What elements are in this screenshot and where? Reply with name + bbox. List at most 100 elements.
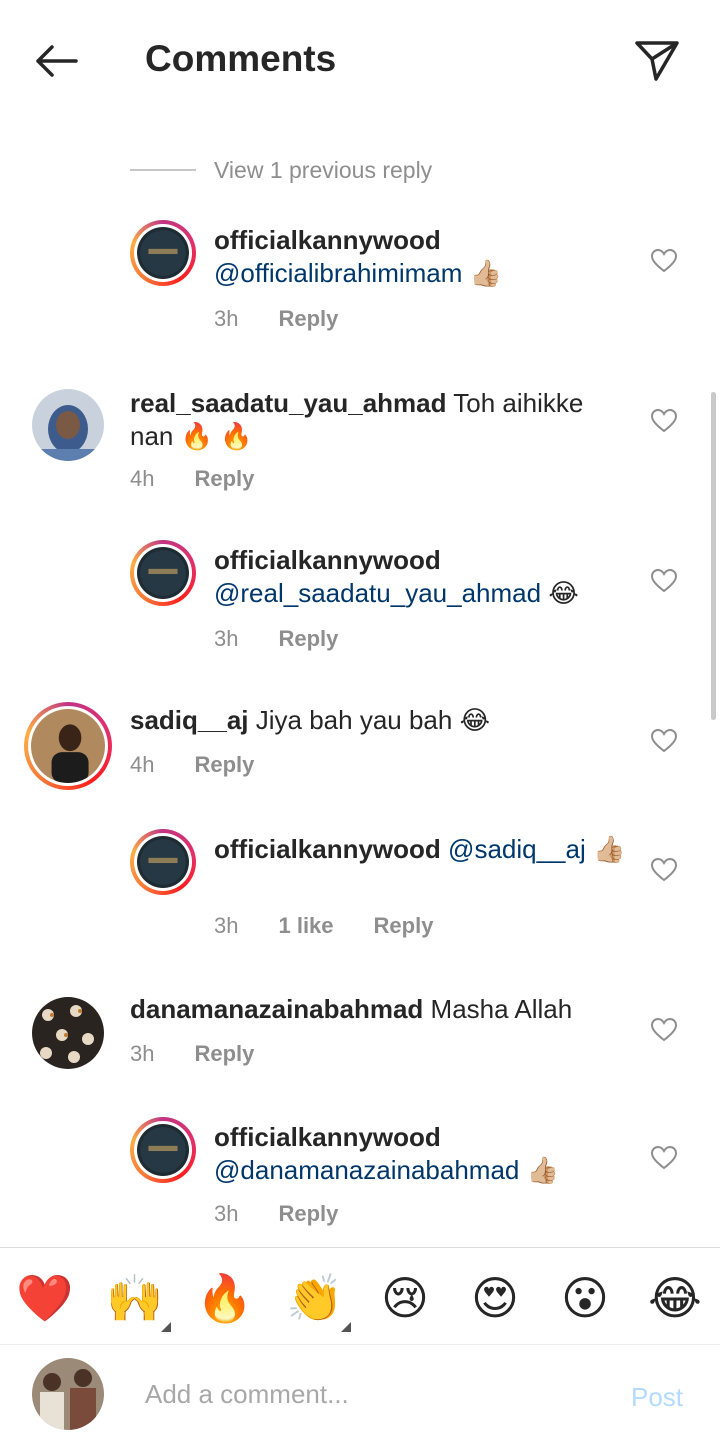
- comment-input[interactable]: [145, 1376, 575, 1412]
- like-button[interactable]: [650, 568, 678, 594]
- username[interactable]: officialkannywood: [214, 225, 441, 255]
- avatar-story-ring[interactable]: [130, 829, 196, 895]
- avatar: [31, 709, 105, 783]
- back-button[interactable]: [28, 36, 84, 86]
- view-previous-replies[interactable]: View 1 previous reply: [130, 155, 432, 185]
- comment-text: sadiq__aj Jiya bah yau bah 😂: [130, 704, 610, 737]
- username[interactable]: officialkannywood: [214, 1122, 441, 1152]
- reply-button[interactable]: Reply: [194, 752, 254, 778]
- avatar: [137, 547, 189, 599]
- avatar: [137, 227, 189, 279]
- reply-button[interactable]: Reply: [194, 1041, 254, 1067]
- avatar-story-ring[interactable]: [130, 540, 196, 606]
- emoji: 🔥 🔥: [180, 421, 253, 451]
- reply-button[interactable]: Reply: [278, 306, 338, 332]
- username[interactable]: officialkannywood: [214, 834, 441, 864]
- reply-button[interactable]: Reply: [278, 1201, 338, 1227]
- like-button[interactable]: [650, 1145, 678, 1171]
- emoji-heart-eyes-button[interactable]: 😍: [465, 1268, 525, 1328]
- view-previous-label: View 1 previous reply: [214, 156, 433, 183]
- avatar-story-ring[interactable]: [24, 702, 112, 790]
- comment-meta: 3h Reply: [214, 306, 338, 332]
- emoji-surprised-button[interactable]: 😮: [555, 1268, 615, 1328]
- heart-icon: [651, 409, 677, 433]
- comment-meta: 3h Reply: [214, 1201, 338, 1227]
- like-button[interactable]: [650, 1017, 678, 1043]
- emoji-clapping-button[interactable]: 👏: [285, 1268, 345, 1328]
- quick-emoji-bar: ❤️ 🙌 🔥 👏 😢 😍 😮 😂: [0, 1247, 720, 1345]
- emoji: 😂: [459, 705, 490, 735]
- comment: sadiq__aj Jiya bah yau bah 😂 4h Reply: [0, 702, 720, 792]
- scrollbar[interactable]: [711, 392, 716, 720]
- comment-composer: Post: [0, 1346, 720, 1437]
- comment-body: Masha Allah: [430, 994, 573, 1024]
- timestamp: 3h: [214, 1201, 239, 1226]
- mention-link[interactable]: @danamanazainabahmad: [214, 1155, 519, 1185]
- skin-tone-indicator: [341, 1322, 351, 1332]
- timestamp: 3h: [214, 306, 239, 331]
- emoji: 👍🏼: [469, 258, 503, 288]
- username[interactable]: danamanazainabahmad: [130, 994, 423, 1024]
- heart-icon: [651, 729, 677, 753]
- avatar-story-ring[interactable]: [130, 1117, 196, 1183]
- reply-button[interactable]: Reply: [278, 626, 338, 652]
- username[interactable]: officialkannywood: [214, 545, 441, 575]
- reply-comment: officialkannywood @officialibrahimimam 👍…: [0, 220, 720, 350]
- avatar: [137, 836, 189, 888]
- emoji: 😂: [548, 578, 579, 608]
- reply-comment: officialkannywood @real_saadatu_yau_ahma…: [0, 540, 720, 670]
- emoji-raising-hands-button[interactable]: 🙌: [105, 1268, 165, 1328]
- like-button[interactable]: [650, 728, 678, 754]
- like-count[interactable]: 1 like: [278, 913, 333, 939]
- avatar-story-ring[interactable]: [130, 220, 196, 286]
- heart-icon: [651, 858, 677, 882]
- page-title: Comments: [145, 38, 337, 79]
- comment-meta: 3h Reply: [214, 626, 338, 652]
- comment: real_saadatu_yau_ahmad Toh aihikke nan 🔥…: [0, 387, 720, 497]
- emoji: 👍🏼: [526, 1155, 559, 1185]
- username[interactable]: sadiq__aj: [130, 705, 249, 735]
- comment-text: officialkannywood @officialibrahimimam 👍…: [214, 224, 634, 290]
- heart-icon: [651, 1146, 677, 1170]
- comment-body: Jiya bah yau bah: [255, 705, 453, 735]
- timestamp: 4h: [130, 752, 155, 777]
- mention-link[interactable]: @officialibrahimimam: [214, 258, 462, 288]
- avatar[interactable]: [32, 389, 104, 461]
- current-user-avatar: [32, 1358, 104, 1430]
- comment-meta: 3h Reply: [130, 1041, 254, 1067]
- like-button[interactable]: [650, 408, 678, 434]
- comment-text: officialkannywood @sadiq__aj 👍🏼: [214, 833, 634, 866]
- avatar[interactable]: [32, 997, 104, 1069]
- skin-tone-indicator: [161, 1322, 171, 1332]
- mention-link[interactable]: @real_saadatu_yau_ahmad: [214, 578, 541, 608]
- avatar: [137, 1124, 189, 1176]
- comment-text: real_saadatu_yau_ahmad Toh aihikke nan 🔥…: [130, 387, 610, 453]
- like-button[interactable]: [650, 857, 678, 883]
- comment-text: officialkannywood @danamanazainabahmad 👍…: [214, 1121, 634, 1187]
- comment-meta: 4h Reply: [130, 466, 254, 492]
- reply-comment: officialkannywood @sadiq__aj 👍🏼 3h 1 lik…: [0, 829, 720, 959]
- heart-icon: [651, 249, 677, 273]
- reply-comment: officialkannywood @danamanazainabahmad 👍…: [0, 1117, 720, 1242]
- comment-text: officialkannywood @real_saadatu_yau_ahma…: [214, 544, 634, 610]
- reply-button[interactable]: Reply: [374, 913, 434, 939]
- paper-plane-icon: [635, 41, 679, 81]
- comment: danamanazainabahmad Masha Allah 3h Reply: [0, 993, 720, 1075]
- heart-icon: [651, 1018, 677, 1042]
- arrow-left-icon: [36, 45, 78, 77]
- reply-button[interactable]: Reply: [194, 466, 254, 492]
- mention-link[interactable]: @sadiq__aj: [448, 834, 586, 864]
- comment-meta: 4h Reply: [130, 752, 254, 778]
- share-button[interactable]: [630, 36, 684, 86]
- emoji-laughing-button[interactable]: 😂: [645, 1268, 705, 1328]
- emoji-fire-button[interactable]: 🔥: [195, 1268, 255, 1328]
- post-button[interactable]: Post: [631, 1382, 683, 1413]
- emoji-crying-button[interactable]: 😢: [375, 1268, 435, 1328]
- like-button[interactable]: [650, 248, 678, 274]
- emoji-heart-button[interactable]: ❤️: [15, 1268, 75, 1328]
- username[interactable]: real_saadatu_yau_ahmad: [130, 388, 447, 418]
- timestamp: 3h: [214, 626, 239, 651]
- top-bar: Comments: [0, 0, 720, 120]
- comment-text: danamanazainabahmad Masha Allah: [130, 993, 610, 1026]
- timestamp: 3h: [130, 1041, 155, 1066]
